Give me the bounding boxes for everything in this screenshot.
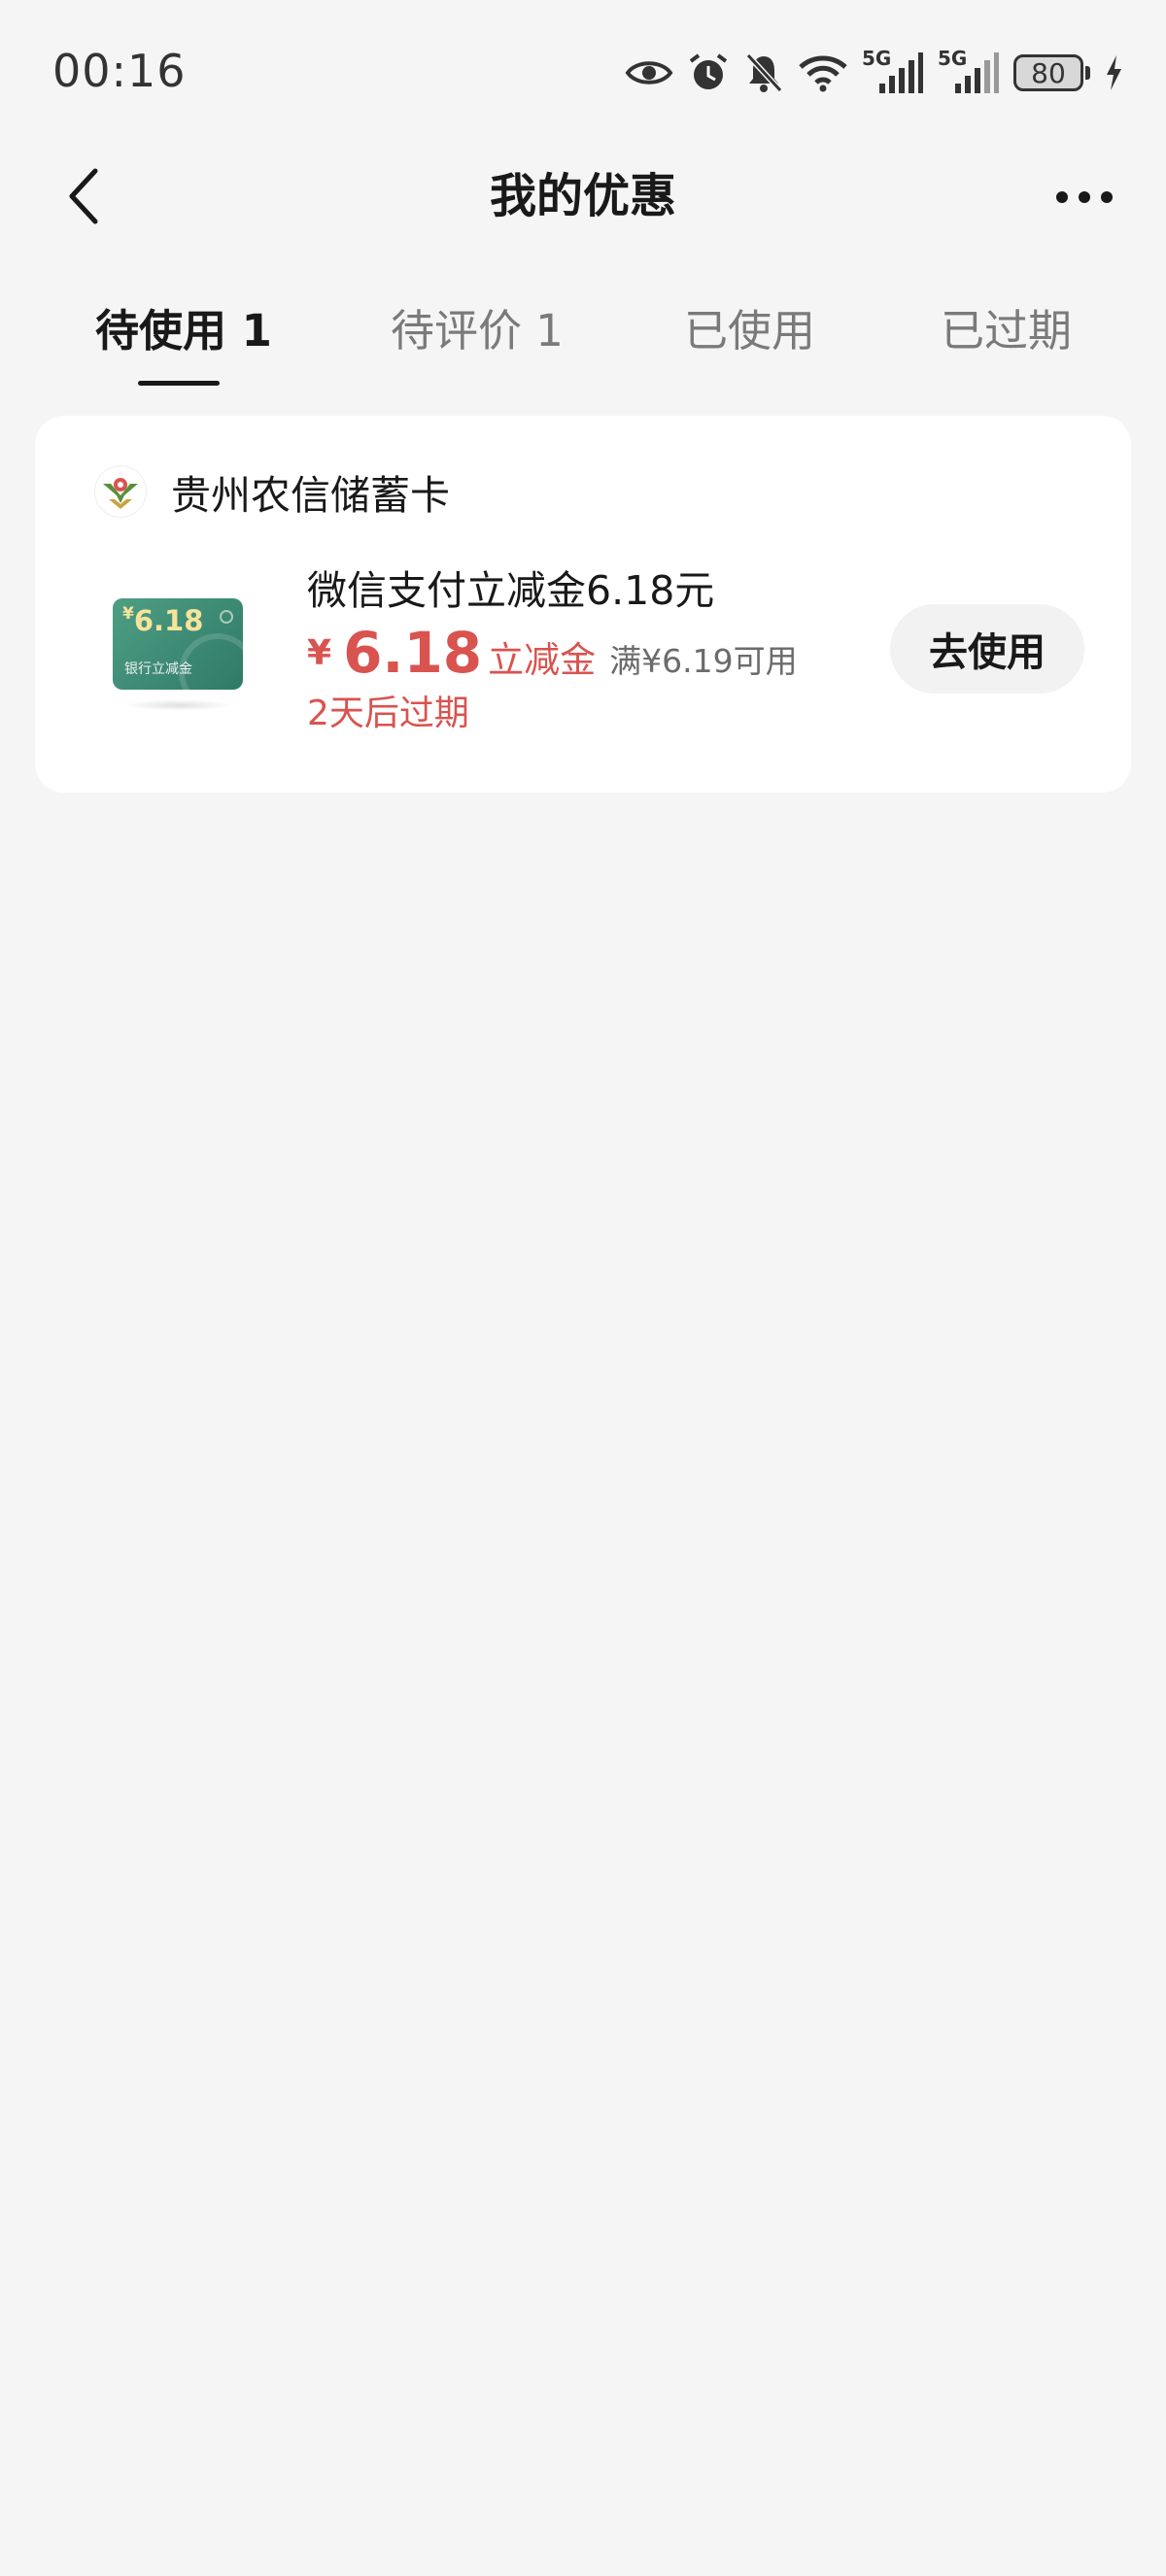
bank-name: 贵州农信储蓄卡 (171, 472, 450, 519)
alarm-clock-icon (687, 51, 730, 94)
tab-pending-review[interactable]: 待评价 1 (391, 288, 564, 385)
signal-icon: 5G (862, 47, 924, 95)
tab-expired[interactable]: 已过期 (941, 288, 1072, 385)
eye-icon (625, 56, 673, 89)
status-bar: 00:16 5G 5G 80 (0, 0, 1166, 146)
tab-used[interactable]: 已使用 (684, 288, 815, 385)
coupon-kind: 立减金 (488, 639, 597, 681)
nav-header: 我的优惠 (0, 146, 1166, 282)
coupon-price: ¥ 6.18 立减金 满¥6.19可用 (307, 620, 851, 688)
signal-icon-2: 5G (938, 47, 1000, 95)
bank-logo-icon (95, 466, 146, 517)
more-horizontal-icon (1056, 191, 1068, 203)
thumb-badge-icon (220, 610, 233, 624)
coupon-condition: 满¥6.19可用 (609, 642, 798, 680)
card-header: 贵州农信储蓄卡 (95, 462, 450, 521)
battery-level: 80 (1013, 54, 1083, 91)
battery-icon: 80 (1013, 54, 1090, 91)
status-icons: 5G 5G 80 (625, 47, 1123, 97)
coupon-card[interactable]: 贵州农信储蓄卡 ¥6.18 银行立减金 微信支付立减金6.18元 ¥ 6.18 … (35, 416, 1131, 793)
more-button[interactable] (1046, 173, 1123, 221)
coupon-expiry: 2天后过期 (307, 694, 469, 733)
page-title: 我的优惠 (489, 169, 676, 223)
coupon-tabs: 待使用 1 待评价 1 已使用 已过期 (0, 288, 1166, 394)
coupon-thumbnail: ¥6.18 银行立减金 (113, 598, 243, 690)
currency-symbol: ¥ (307, 633, 332, 673)
status-time: 00:16 (52, 45, 187, 97)
wifi-icon (798, 53, 848, 92)
thumb-amount: ¥6.18 (122, 604, 204, 637)
active-tab-indicator (138, 381, 220, 386)
tab-label: 已过期 (941, 305, 1073, 356)
thumb-subtitle: 银行立减金 (124, 661, 192, 677)
tab-label: 已使用 (684, 305, 816, 356)
coupon-title: 微信支付立减金6.18元 (307, 567, 715, 614)
charging-icon (1104, 53, 1123, 92)
tab-label: 待评价 1 (391, 305, 564, 356)
coupon-info: 微信支付立减金6.18元 ¥ 6.18 立减金 满¥6.19可用 2天后过期 (307, 561, 851, 740)
tab-label: 待使用 1 (95, 305, 272, 356)
coupon-amount: 6.18 (343, 620, 483, 686)
use-coupon-button[interactable]: 去使用 (890, 604, 1084, 694)
tab-pending-use[interactable]: 待使用 1 (95, 288, 272, 385)
notifications-off-icon (743, 51, 784, 94)
